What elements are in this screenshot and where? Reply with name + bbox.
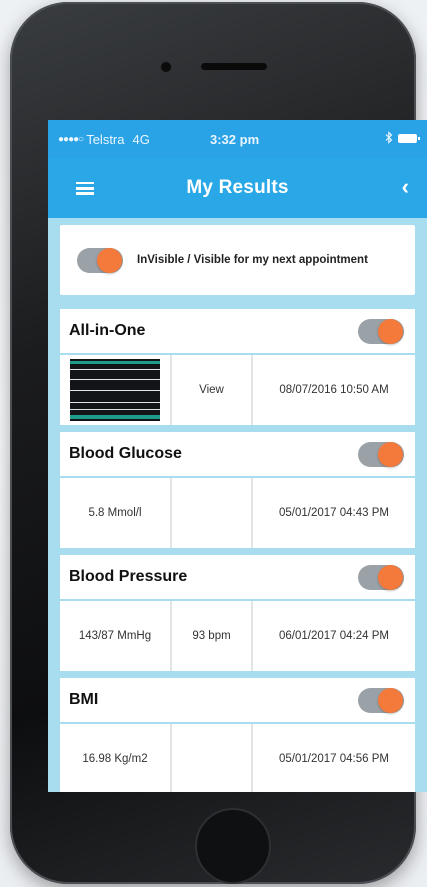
hamburger-menu-icon[interactable]: [76, 182, 94, 195]
result-visibility-toggle[interactable]: [358, 687, 404, 713]
front-camera: [161, 62, 171, 72]
result-date: 08/07/2016 10:50 AM: [279, 384, 389, 396]
visibility-toggle[interactable]: [77, 247, 123, 273]
result-value: 143/87 MmHg: [60, 601, 172, 671]
carrier-name: Telstra: [86, 131, 125, 147]
result-visibility-toggle[interactable]: [358, 564, 404, 590]
bluetooth-icon: [385, 131, 393, 147]
signal-strength-icon: ●●●●○: [58, 133, 84, 145]
result-thumbnail-cell[interactable]: [60, 355, 172, 425]
result-card-blood-glucose: Blood Glucose 5.8 Mmol/l 05/01/2017 04:4…: [60, 432, 415, 548]
app-screen: ●●●●○ Telstra 4G 3:32 pm My Results ‹ In…: [48, 120, 427, 792]
result-date: 05/01/2017 04:43 PM: [279, 507, 389, 519]
result-row[interactable]: View 08/07/2016 10:50 AM: [60, 355, 415, 425]
result-date: 05/01/2017 04:56 PM: [279, 753, 389, 765]
card-header: Blood Pressure: [60, 555, 415, 601]
result-card-bmi: BMI 16.98 Kg/m2 05/01/2017 04:56 PM: [60, 678, 415, 792]
result-card-blood-pressure: Blood Pressure 143/87 MmHg 93 bpm 06/01/…: [60, 555, 415, 671]
result-card-all-in-one: All-in-One View 08/07/2016 10:50 AM: [60, 309, 415, 425]
ecg-thumbnail[interactable]: [70, 359, 160, 421]
card-title: All-in-One: [69, 322, 146, 339]
card-header: All-in-One: [60, 309, 415, 355]
page-title: My Results: [186, 177, 289, 198]
result-date: 06/01/2017 04:24 PM: [279, 630, 389, 642]
toggle-knob: [378, 687, 403, 713]
result-row[interactable]: 143/87 MmHg 93 bpm 06/01/2017 04:24 PM: [60, 601, 415, 671]
result-row[interactable]: 16.98 Kg/m2 05/01/2017 04:56 PM: [60, 724, 415, 792]
card-title: Blood Glucose: [69, 445, 182, 462]
result-visibility-toggle[interactable]: [358, 441, 404, 467]
status-bar: ●●●●○ Telstra 4G 3:32 pm: [48, 120, 427, 158]
result-secondary-value: 93 bpm: [172, 601, 253, 671]
visibility-panel: InVisible / Visible for my next appointm…: [60, 225, 415, 295]
card-header: Blood Glucose: [60, 432, 415, 478]
toggle-knob: [378, 318, 403, 344]
result-secondary-value: [172, 478, 253, 548]
visibility-label: InVisible / Visible for my next appointm…: [137, 254, 368, 266]
home-button[interactable]: [195, 808, 271, 884]
battery-icon: [398, 134, 420, 143]
result-visibility-toggle[interactable]: [358, 318, 404, 344]
earpiece-speaker: [201, 63, 267, 70]
network-type: 4G: [132, 131, 150, 147]
result-secondary-value: [172, 724, 253, 792]
toggle-knob: [97, 247, 122, 273]
card-title: Blood Pressure: [69, 568, 188, 585]
phone-frame: ●●●●○ Telstra 4G 3:32 pm My Results ‹ In…: [10, 2, 427, 884]
navigation-bar: My Results ‹: [48, 158, 427, 218]
result-value: 16.98 Kg/m2: [60, 724, 172, 792]
status-time: 3:32 pm: [210, 131, 260, 147]
view-link[interactable]: View: [172, 355, 253, 425]
card-title: BMI: [69, 691, 99, 708]
toggle-knob: [378, 441, 403, 467]
result-value: 5.8 Mmol/l: [60, 478, 172, 548]
result-row[interactable]: 5.8 Mmol/l 05/01/2017 04:43 PM: [60, 478, 415, 548]
chevron-left-icon[interactable]: ‹: [402, 174, 409, 200]
toggle-knob: [378, 564, 403, 590]
card-header: BMI: [60, 678, 415, 724]
